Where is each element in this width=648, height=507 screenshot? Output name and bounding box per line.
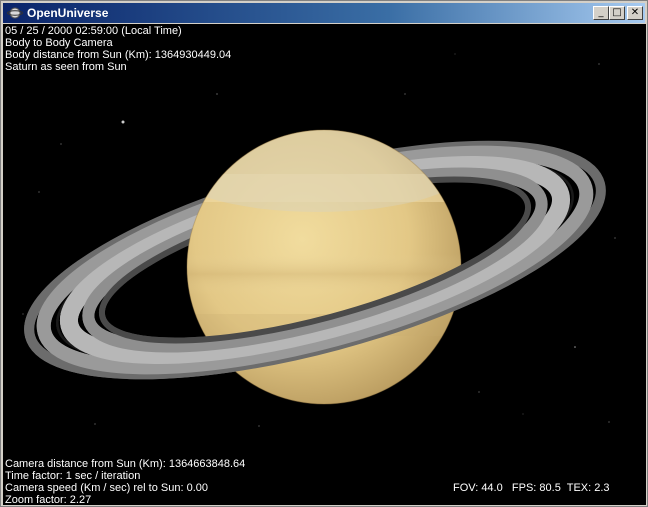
- view-description: Saturn as seen from Sun: [5, 61, 127, 73]
- zoom-factor-readout: Zoom factor: 2.27: [5, 494, 92, 505]
- render-viewport[interactable]: 05 / 25 / 2000 02:59:00 (Local Time) Bod…: [3, 24, 646, 505]
- hud-bottom-info: Camera distance from Sun (Km): 136466384…: [5, 458, 245, 505]
- minimize-button[interactable]: _: [593, 6, 609, 20]
- hud-stats: FOV: 44.0 FPS: 80.5 TEX: 2.3: [453, 482, 610, 494]
- maximize-icon: □: [612, 7, 622, 18]
- window-title: OpenUniverse: [27, 6, 109, 20]
- close-button[interactable]: ✕: [627, 6, 643, 20]
- openuniverse-app-icon[interactable]: [7, 5, 23, 21]
- hud-top-info: 05 / 25 / 2000 02:59:00 (Local Time) Bod…: [5, 25, 231, 73]
- camera-distance-readout: Camera distance from Sun (Km): 136466384…: [5, 458, 246, 470]
- minimize-icon: _: [598, 7, 604, 18]
- camera-speed-readout: Camera speed (Km / sec) rel to Sun: 0.00: [5, 482, 208, 494]
- saturn-scene: [22, 53, 616, 427]
- app-window: OpenUniverse _ □ ✕ 05 / 25 / 2000 02:59:…: [0, 0, 648, 507]
- camera-mode-readout: Body to Body Camera: [5, 37, 113, 49]
- fov-fps-tex-readout: FOV: 44.0 FPS: 80.5 TEX: 2.3: [453, 482, 610, 494]
- body-distance-readout: Body distance from Sun (Km): 1364930449.…: [5, 49, 232, 61]
- maximize-button[interactable]: □: [609, 6, 625, 20]
- title-bar[interactable]: OpenUniverse _ □ ✕: [3, 3, 645, 23]
- time-factor-readout: Time factor: 1 sec / iteration: [5, 470, 141, 482]
- datetime-readout: 05 / 25 / 2000 02:59:00 (Local Time): [5, 25, 182, 37]
- close-icon: ✕: [630, 7, 640, 18]
